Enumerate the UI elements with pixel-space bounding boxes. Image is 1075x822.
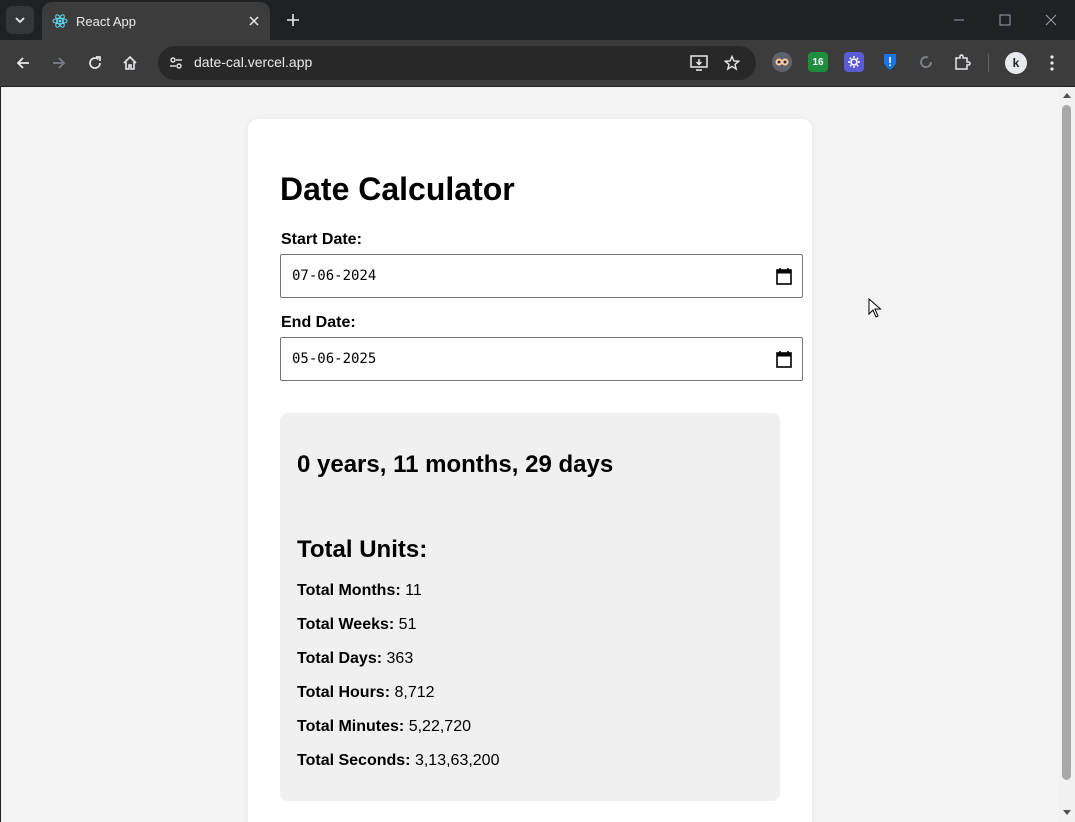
- page-title: Date Calculator: [280, 171, 515, 207]
- start-date-input[interactable]: 07-06-2024: [280, 254, 803, 298]
- close-window-button[interactable]: [1035, 6, 1067, 34]
- extension-owl-icon[interactable]: [772, 52, 792, 72]
- minimize-icon: [954, 19, 964, 21]
- duration-result: 0 years, 11 months, 29 days: [297, 451, 614, 478]
- mouse-cursor-icon: [868, 298, 882, 318]
- extension-badge-count: 16: [812, 56, 824, 68]
- scroll-down-icon[interactable]: [1062, 808, 1072, 818]
- arrow-right-icon: [53, 57, 66, 69]
- address-bar[interactable]: date-cal.vercel.app: [158, 46, 756, 80]
- unit-row-months: Total Months: 11: [297, 582, 422, 600]
- site-info-icon[interactable]: [164, 51, 188, 75]
- unit-value: 3,13,63,200: [414, 752, 500, 769]
- end-date-input[interactable]: 05-06-2025: [280, 337, 803, 381]
- chevron-down-icon: [15, 17, 25, 24]
- reload-button[interactable]: [81, 49, 109, 77]
- install-app-icon[interactable]: [687, 51, 711, 75]
- arrow-left-icon: [16, 57, 29, 69]
- new-tab-button[interactable]: [281, 8, 305, 32]
- calendar-icon[interactable]: [776, 350, 792, 368]
- unit-label: Total Hours:: [297, 684, 391, 701]
- bookmark-star-icon[interactable]: [720, 51, 744, 75]
- browser-menu-button[interactable]: [1038, 49, 1066, 77]
- tab-react-app[interactable]: React App: [42, 2, 270, 40]
- unit-value: 5,22,720: [408, 718, 471, 735]
- kebab-menu-icon: [1050, 55, 1054, 71]
- unit-label: Total Weeks:: [297, 616, 395, 633]
- unit-value: 8,712: [394, 684, 435, 701]
- tab-title: React App: [76, 13, 136, 29]
- plus-icon: [287, 14, 299, 26]
- reload-icon: [89, 56, 101, 69]
- unit-row-minutes: Total Minutes: 5,22,720: [297, 718, 471, 736]
- end-date-value[interactable]: 05-06-2025: [292, 351, 376, 367]
- unit-value: 363: [386, 650, 414, 667]
- toolbar-divider: [988, 54, 989, 72]
- extensions-puzzle-icon[interactable]: [952, 52, 972, 72]
- extension-gear-icon[interactable]: [844, 52, 864, 72]
- react-logo-icon: [52, 13, 68, 29]
- minimize-button[interactable]: [943, 6, 975, 34]
- page-scrollbar[interactable]: [1059, 87, 1075, 822]
- home-icon: [123, 55, 137, 70]
- unit-label: Total Minutes:: [297, 718, 405, 735]
- forward-button[interactable]: [45, 49, 73, 77]
- scrollbar-thumb[interactable]: [1062, 105, 1071, 780]
- unit-row-weeks: Total Weeks: 51: [297, 616, 416, 634]
- profile-avatar[interactable]: k: [1005, 52, 1027, 74]
- extension-shield-badge-icon[interactable]: 16: [808, 52, 828, 72]
- url-text[interactable]: date-cal.vercel.app: [194, 54, 312, 70]
- unit-row-hours: Total Hours: 8,712: [297, 684, 435, 702]
- profile-initial: k: [1012, 56, 1020, 70]
- start-date-value[interactable]: 07-06-2024: [292, 268, 376, 284]
- unit-label: Total Months:: [297, 582, 401, 599]
- browser-toolbar: date-cal.vercel.app 16 k: [0, 40, 1075, 86]
- browser-titlebar: React App: [0, 0, 1075, 40]
- extension-refresh-icon[interactable]: [916, 52, 936, 72]
- unit-row-seconds: Total Seconds: 3,13,63,200: [297, 752, 499, 770]
- page-viewport: Date Calculator Start Date: 07-06-2024 E…: [1, 87, 1059, 822]
- close-icon: [1045, 14, 1057, 26]
- unit-value: 11: [405, 582, 422, 599]
- end-date-label: End Date:: [281, 314, 356, 331]
- unit-label: Total Seconds:: [297, 752, 411, 769]
- extension-bitwarden-shield-icon[interactable]: [880, 52, 900, 72]
- home-button[interactable]: [116, 49, 144, 77]
- result-panel: 0 years, 11 months, 29 days Total Units:…: [280, 413, 780, 801]
- back-button[interactable]: [9, 49, 37, 77]
- calendar-icon[interactable]: [776, 267, 792, 285]
- calculator-card: Date Calculator Start Date: 07-06-2024 E…: [248, 119, 812, 822]
- unit-row-days: Total Days: 363: [297, 650, 413, 668]
- maximize-button[interactable]: [989, 6, 1021, 34]
- unit-value: 51: [398, 616, 417, 633]
- total-units-heading: Total Units:: [297, 536, 428, 563]
- scroll-up-icon[interactable]: [1062, 90, 1072, 100]
- start-date-label: Start Date:: [281, 231, 362, 248]
- tab-search-button[interactable]: [6, 6, 34, 34]
- unit-label: Total Days:: [297, 650, 383, 667]
- maximize-icon: [999, 14, 1011, 26]
- close-tab-icon[interactable]: [244, 11, 264, 31]
